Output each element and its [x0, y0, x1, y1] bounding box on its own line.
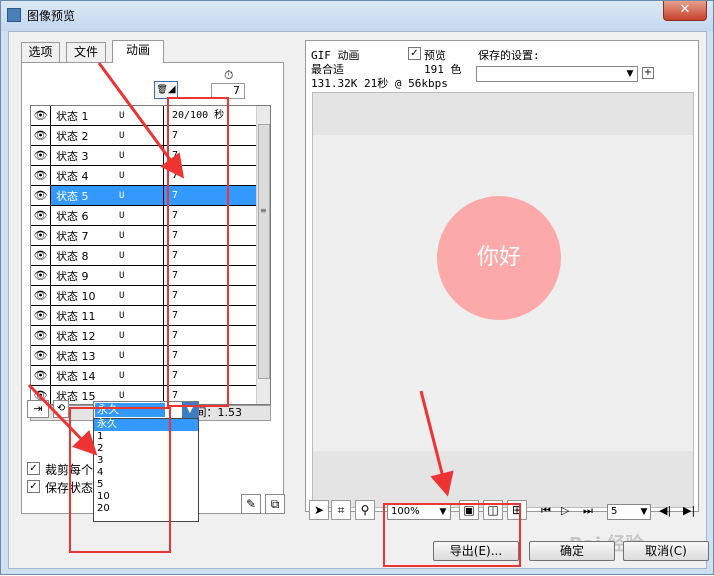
annotation-arrows	[27, 62, 454, 497]
annotation-arrow-1	[97, 62, 185, 179]
annotation-arrow-2	[27, 383, 98, 456]
annotation-arrow-3	[419, 390, 454, 497]
dialog-window: 图像预览 ✕ 选项 文件 动画 ⏱ 🗑◢ 7 👁状态 15U7👁状态 14U7👁…	[0, 0, 714, 575]
